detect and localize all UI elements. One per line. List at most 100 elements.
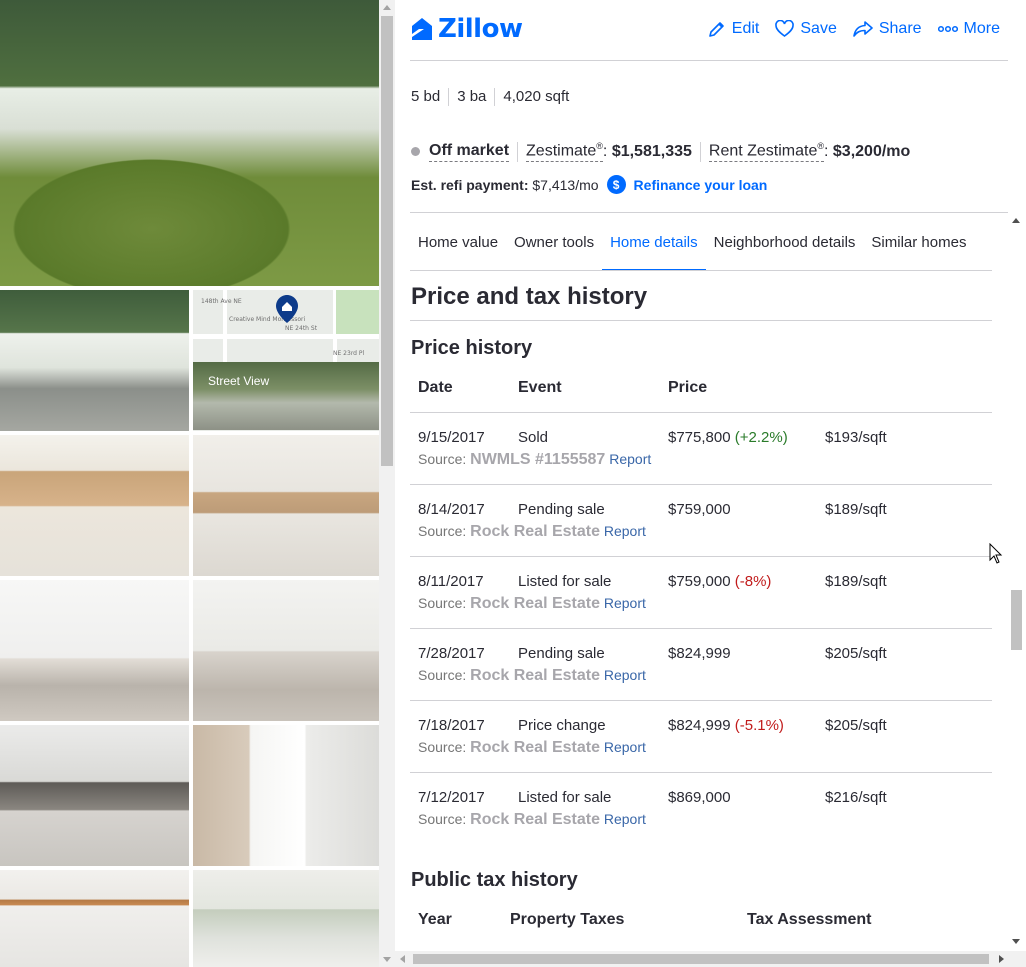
zestimate-link[interactable]: Zestimate® (526, 141, 603, 163)
photo-bedroom[interactable] (0, 725, 189, 866)
row-price: $824,999 (668, 645, 731, 662)
street-view-preview (193, 362, 379, 430)
row-price-change: (-5.1%) (734, 717, 784, 734)
gallery-scrollbar[interactable] (379, 0, 395, 967)
row-price-value: $759,000 (668, 501, 731, 518)
row-event: Sold (518, 429, 549, 446)
col-event-header: Event (518, 379, 562, 396)
report-link[interactable]: Report (604, 523, 646, 539)
report-link[interactable]: Report (604, 667, 646, 683)
mouse-cursor-icon (989, 543, 1003, 564)
row-price-per-sqft: $189/sqft (825, 501, 887, 518)
row-price-change: (+2.2%) (734, 429, 788, 446)
table-row: 7/28/2017 Pending sale $824,999 $205/sqft S… (410, 628, 992, 700)
scroll-left-arrow-icon[interactable] (400, 955, 405, 963)
pencil-icon (708, 22, 724, 37)
save-button[interactable]: Save (775, 20, 837, 38)
report-link[interactable]: Report (604, 739, 646, 755)
tab-home-details[interactable]: Home details (602, 213, 706, 270)
edit-label: Edit (731, 20, 760, 37)
rent-zestimate-label: Rent Zestimate (708, 142, 818, 160)
row-date: 7/12/2017 (418, 789, 485, 806)
beds-count: 5 bd (411, 88, 441, 105)
row-event: Price change (518, 717, 606, 734)
zillow-logo[interactable]: Zillow (410, 14, 523, 44)
zillow-logo-icon (412, 18, 432, 40)
row-price-per-sqft: $216/sqft (825, 789, 887, 806)
scroll-right-arrow-icon[interactable] (999, 955, 1004, 963)
zillow-wordmark: Zillow (438, 14, 523, 44)
scroll-down-arrow-icon[interactable] (383, 957, 391, 962)
rent-zestimate-value: $3,200/mo (832, 142, 911, 160)
gallery-scroll-thumb[interactable] (381, 16, 393, 466)
tab-home-value[interactable]: Home value (410, 213, 506, 270)
photo-living-room[interactable] (0, 580, 189, 721)
report-link[interactable]: Report (609, 451, 651, 467)
source-name: Rock Real Estate (470, 811, 600, 828)
section-title: Price and tax history (411, 283, 648, 310)
details-tabs: Home value Owner tools Home details Neig… (410, 213, 992, 271)
photo-exterior-main[interactable] (0, 0, 379, 286)
horizontal-scroll-thumb[interactable] (413, 954, 989, 964)
zestimate-value: $1,581,335 (611, 142, 692, 160)
section-divider (410, 320, 992, 321)
street-view-map-tile[interactable]: Creative Mind Montessori NE 24th St NE 2… (193, 290, 379, 431)
source-prefix: Source: (418, 595, 467, 611)
tab-neighborhood-details[interactable]: Neighborhood details (706, 213, 864, 270)
row-price-value: $869,000 (668, 789, 731, 806)
status-row: Off market Zestimate® : $1,581,335 Rent … (411, 141, 911, 163)
home-facts: 5 bd 3 ba 4,020 sqft (411, 88, 577, 106)
home-details-panel: Zillow Edit Save Share More 5 bd 3 ba 4,… (395, 0, 1026, 967)
refi-row: Est. refi payment: $7,413/mo $ Refinance… (411, 175, 767, 194)
square-footage: 4,020 sqft (494, 88, 577, 106)
photo-kitchen[interactable] (0, 435, 189, 576)
row-price: $759,000 (-8%) (668, 573, 771, 590)
row-date: 7/28/2017 (418, 645, 485, 662)
map-street-label-1: NE 24th St (285, 325, 318, 332)
details-content: Home value Owner tools Home details Neig… (410, 212, 1008, 950)
tab-similar-homes[interactable]: Similar homes (863, 213, 974, 270)
row-source: Source: NWMLS #1155587 Report (418, 451, 651, 469)
row-date: 7/18/2017 (418, 717, 485, 734)
tab-owner-tools[interactable]: Owner tools (506, 213, 602, 270)
horizontal-scrollbar[interactable] (395, 951, 1026, 967)
row-price-change: (-8%) (734, 573, 772, 590)
photo-house-front[interactable] (0, 290, 189, 431)
baths-count: 3 ba (448, 88, 494, 106)
refinance-link[interactable]: Refinance your loan (634, 177, 768, 193)
edit-button[interactable]: Edit (708, 20, 760, 38)
scroll-up-arrow-icon[interactable] (1012, 218, 1020, 223)
more-label: More (963, 20, 1000, 37)
photo-bathroom[interactable] (193, 725, 379, 866)
share-button[interactable]: Share (853, 20, 922, 38)
row-price-per-sqft: $205/sqft (825, 717, 887, 734)
off-market-status[interactable]: Off market (429, 142, 510, 162)
source-name: Rock Real Estate (470, 667, 600, 684)
source-prefix: Source: (418, 523, 467, 539)
scroll-down-arrow-icon[interactable] (1012, 939, 1020, 944)
source-name: NWMLS #1155587 (470, 451, 606, 468)
row-source: Source: Rock Real Estate Report (418, 523, 646, 541)
row-source: Source: Rock Real Estate Report (418, 811, 646, 829)
more-button[interactable]: More (937, 20, 1000, 38)
photo-living-room-2[interactable] (193, 580, 379, 721)
photo-kitchen-dining[interactable] (193, 435, 379, 576)
photo-closet[interactable] (0, 870, 189, 967)
row-event: Pending sale (518, 501, 605, 518)
map-home-pin-icon (276, 295, 298, 323)
row-price: $869,000 (668, 789, 731, 806)
source-name: Rock Real Estate (470, 595, 600, 612)
scroll-up-arrow-icon[interactable] (383, 5, 391, 10)
rent-zestimate-link[interactable]: Rent Zestimate® (708, 141, 825, 163)
row-event: Pending sale (518, 645, 605, 662)
table-row: 8/11/2017 Listed for sale $759,000 (-8%) $1… (410, 556, 992, 628)
status-dot-icon (411, 147, 420, 157)
zestimate-registered-mark: ® (596, 141, 603, 151)
tax-history-title: Public tax history (411, 869, 578, 891)
details-scroll-thumb[interactable] (1011, 590, 1022, 650)
report-link[interactable]: Report (604, 811, 646, 827)
share-label: Share (878, 20, 922, 37)
details-scrollbar[interactable] (1008, 212, 1025, 950)
photo-dining-room[interactable] (193, 870, 379, 967)
report-link[interactable]: Report (604, 595, 646, 611)
